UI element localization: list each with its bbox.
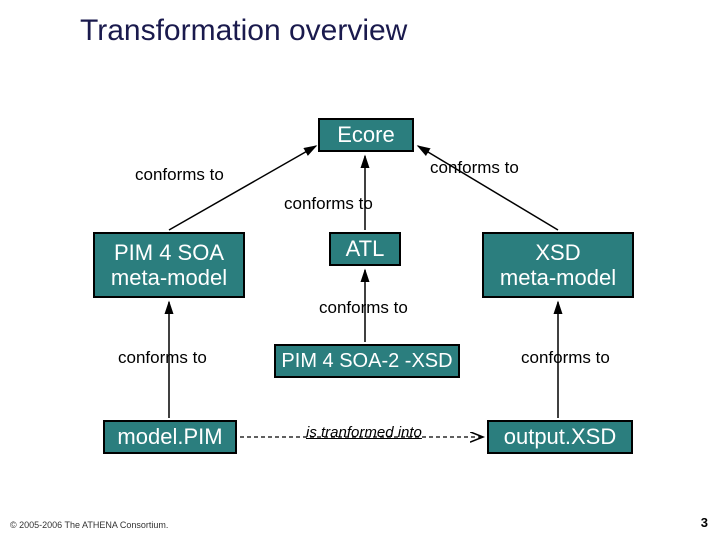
box-pim4soa-2-xsd: PIM 4 SOA-2 -XSD — [274, 344, 460, 378]
label-conforms-center-top: conforms to — [284, 194, 373, 214]
page-number: 3 — [701, 515, 708, 530]
box-atl: ATL — [329, 232, 401, 266]
box-text: PIM 4 SOA meta-model — [111, 240, 227, 291]
slide: Transformation overview Ecore PIM 4 SOA … — [0, 0, 720, 540]
label-conforms-center-mid: conforms to — [319, 298, 408, 318]
label-conforms-right-top: conforms to — [430, 158, 519, 178]
box-pim4soa-metamodel: PIM 4 SOA meta-model — [93, 232, 245, 298]
box-ecore: Ecore — [318, 118, 414, 152]
box-model-pim: model.PIM — [103, 420, 237, 454]
label-is-transformed: is tranformed into — [306, 424, 422, 441]
label-conforms-left-top: conforms to — [135, 165, 224, 185]
label-conforms-left-bottom: conforms to — [118, 348, 207, 368]
footer-copyright: © 2005-2006 The ATHENA Consortium. — [10, 520, 168, 530]
box-xsd-metamodel: XSD meta-model — [482, 232, 634, 298]
label-conforms-right-bottom: conforms to — [521, 348, 610, 368]
box-text: XSD meta-model — [500, 240, 616, 291]
box-output-xsd: output.XSD — [487, 420, 633, 454]
page-title: Transformation overview — [80, 14, 407, 48]
